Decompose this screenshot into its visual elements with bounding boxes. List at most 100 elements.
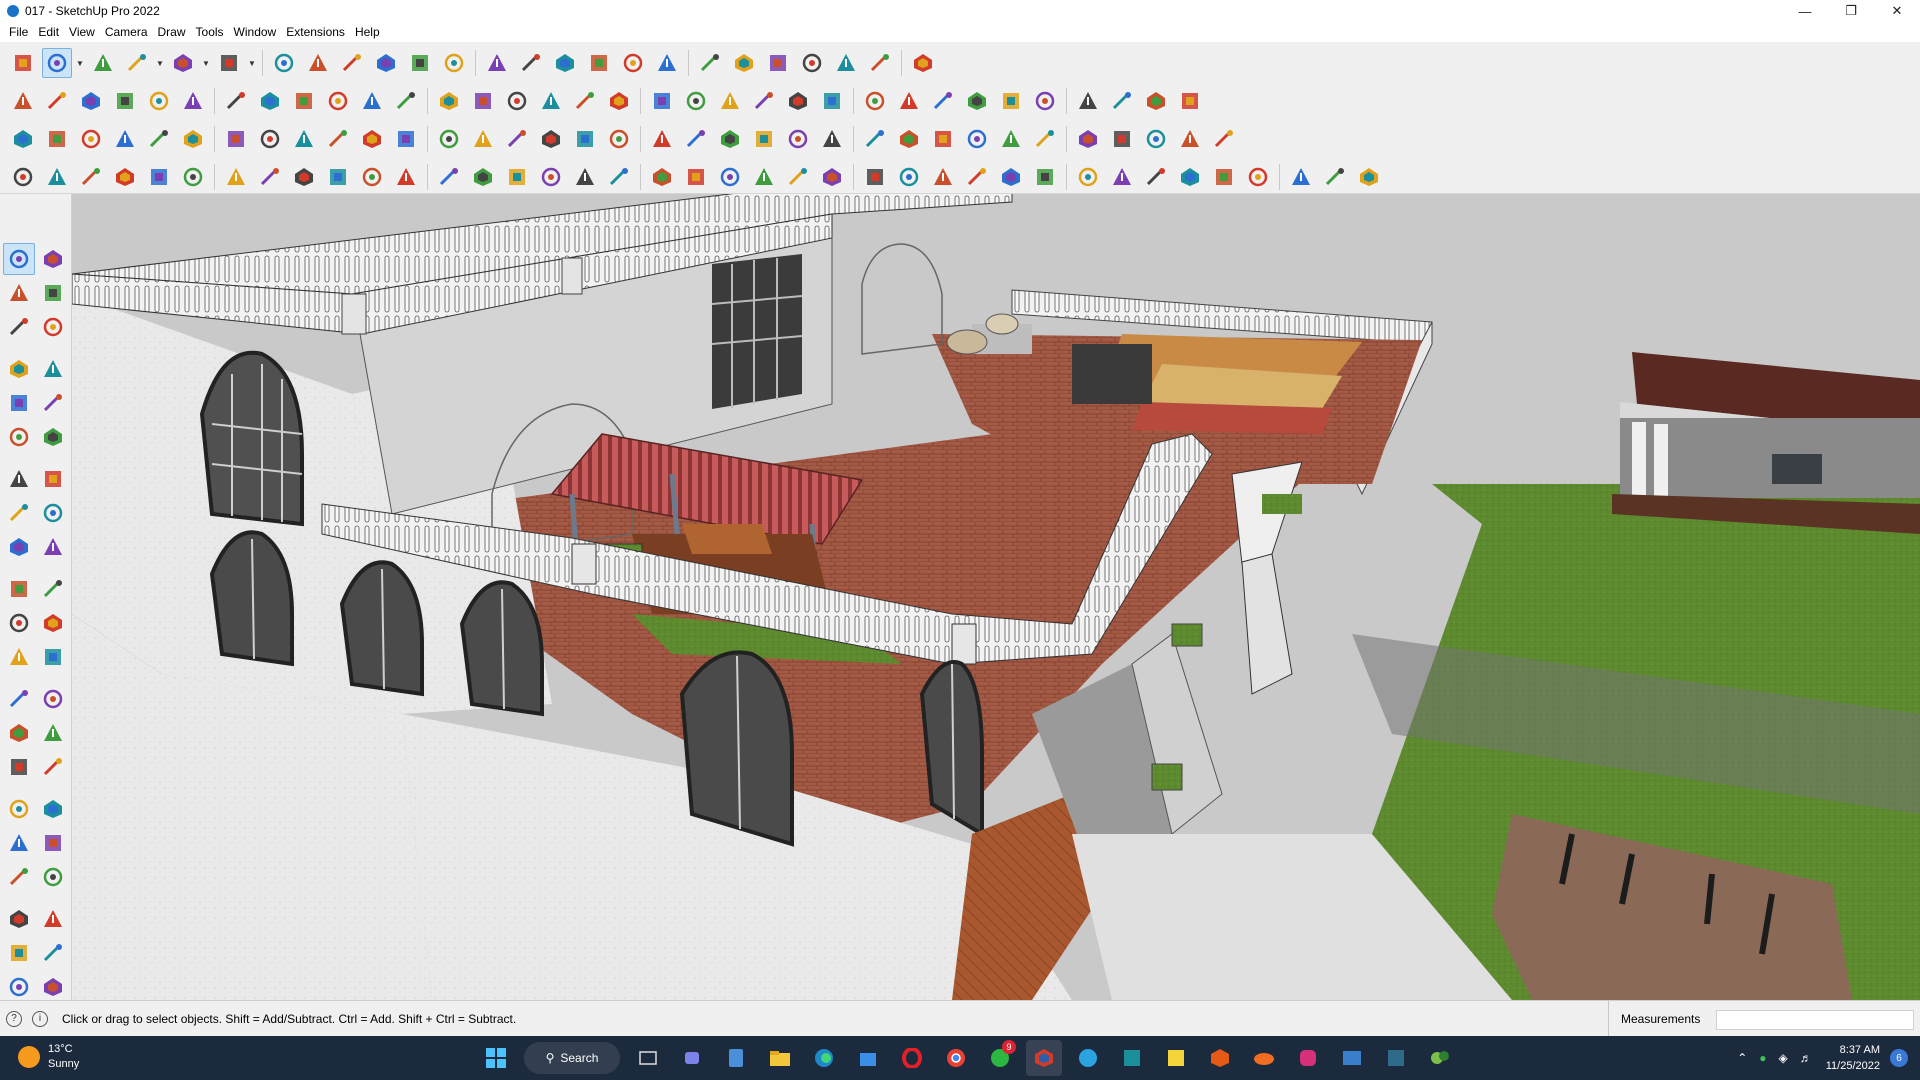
line-button[interactable] bbox=[122, 48, 152, 78]
orbit-2-tool-button[interactable] bbox=[3, 751, 35, 783]
tile-3-button[interactable] bbox=[1243, 162, 1273, 192]
menu-draw[interactable]: Draw bbox=[153, 22, 191, 42]
back-edges-button[interactable] bbox=[255, 86, 285, 116]
line-dropdown-caret[interactable]: ▼ bbox=[154, 48, 166, 78]
info-icon[interactable]: i bbox=[32, 1010, 48, 1027]
gear-button[interactable] bbox=[962, 162, 992, 192]
layout-button[interactable] bbox=[908, 48, 938, 78]
freehand-button[interactable] bbox=[357, 124, 387, 154]
export-button[interactable] bbox=[1175, 86, 1205, 116]
uv-button[interactable] bbox=[1073, 124, 1103, 154]
arc-tool-button[interactable] bbox=[3, 463, 35, 495]
shadow-button[interactable] bbox=[1209, 124, 1239, 154]
photos-icon[interactable] bbox=[1334, 1040, 1370, 1076]
rectangle-tool-button[interactable] bbox=[3, 387, 35, 419]
protractor-tool-button[interactable] bbox=[3, 683, 35, 715]
drape-button[interactable] bbox=[715, 86, 745, 116]
teams-icon[interactable] bbox=[674, 1040, 710, 1076]
pie-button[interactable] bbox=[255, 124, 285, 154]
solid-split-button[interactable] bbox=[996, 86, 1026, 116]
layers-button[interactable] bbox=[763, 48, 793, 78]
solid-union-button[interactable] bbox=[894, 86, 924, 116]
plane-blue-2-button[interactable] bbox=[42, 162, 72, 192]
store-icon[interactable] bbox=[850, 1040, 886, 1076]
arc-dropdown-caret[interactable]: ▼ bbox=[200, 48, 212, 78]
rotate-2-button[interactable] bbox=[76, 124, 106, 154]
nodes-button[interactable] bbox=[1286, 162, 1316, 192]
edge-icon[interactable] bbox=[806, 1040, 842, 1076]
offset-tool-button[interactable] bbox=[37, 607, 69, 639]
push-pull-button[interactable] bbox=[269, 48, 299, 78]
circle-button[interactable] bbox=[289, 124, 319, 154]
fillet-button[interactable] bbox=[468, 124, 498, 154]
maximize-button[interactable]: ❐ bbox=[1828, 0, 1874, 22]
flag-button[interactable] bbox=[323, 162, 353, 192]
rotated-rect-tool-button[interactable] bbox=[37, 387, 69, 419]
rotate-tool-button[interactable] bbox=[3, 573, 35, 605]
geo-location-icon[interactable]: ? bbox=[6, 1010, 22, 1027]
defender-icon[interactable]: ● bbox=[1759, 1051, 1766, 1065]
outliner-button[interactable] bbox=[797, 48, 827, 78]
left-view-button[interactable] bbox=[178, 86, 208, 116]
cross-red-button[interactable] bbox=[502, 162, 532, 192]
zoom-window-tool-button[interactable] bbox=[37, 793, 69, 825]
chain-button[interactable] bbox=[391, 162, 421, 192]
zoom-window-button[interactable] bbox=[652, 48, 682, 78]
zoom-tool-button[interactable] bbox=[3, 793, 35, 825]
spline-button[interactable] bbox=[434, 124, 464, 154]
rotate-button[interactable] bbox=[371, 48, 401, 78]
warning-button[interactable] bbox=[681, 162, 711, 192]
paint-button[interactable] bbox=[1030, 124, 1060, 154]
zoom-extents-tool-button[interactable] bbox=[3, 827, 35, 859]
paint-bucket-button[interactable] bbox=[516, 48, 546, 78]
section-cut-button[interactable] bbox=[536, 86, 566, 116]
grid-button[interactable] bbox=[1107, 162, 1137, 192]
curve-button[interactable] bbox=[468, 162, 498, 192]
dots-button[interactable] bbox=[1320, 162, 1350, 192]
tape-tool-button[interactable] bbox=[3, 641, 35, 673]
camera-button[interactable] bbox=[1141, 124, 1171, 154]
plane-blue-button[interactable] bbox=[8, 162, 38, 192]
instagram-icon[interactable] bbox=[1290, 1040, 1326, 1076]
styles-2-tool-button[interactable] bbox=[37, 971, 69, 1003]
cone-2-button[interactable] bbox=[647, 162, 677, 192]
3d-viewport[interactable] bbox=[72, 194, 1920, 1000]
select-dropdown-caret[interactable]: ▼ bbox=[74, 48, 86, 78]
tile-2-button[interactable] bbox=[1209, 162, 1239, 192]
plane-red-button[interactable] bbox=[144, 162, 174, 192]
rectangle-button[interactable] bbox=[214, 48, 244, 78]
gear-2-button[interactable] bbox=[996, 162, 1026, 192]
zoom-extents-button[interactable] bbox=[8, 48, 38, 78]
text-tool-button[interactable] bbox=[37, 641, 69, 673]
textured-button[interactable] bbox=[391, 86, 421, 116]
gem-button[interactable] bbox=[1073, 162, 1103, 192]
select-2-button[interactable] bbox=[8, 124, 38, 154]
walk-tool-button[interactable] bbox=[3, 861, 35, 893]
chrome-icon[interactable] bbox=[938, 1040, 974, 1076]
dimension-button[interactable] bbox=[1030, 86, 1060, 116]
cone-button[interactable] bbox=[604, 162, 634, 192]
scale-2-button[interactable] bbox=[110, 124, 140, 154]
move-2-button[interactable] bbox=[42, 124, 72, 154]
menu-extensions[interactable]: Extensions bbox=[281, 22, 350, 42]
divide-button[interactable] bbox=[749, 124, 779, 154]
polygon-button[interactable] bbox=[323, 124, 353, 154]
stamp-button[interactable] bbox=[681, 86, 711, 116]
components-button[interactable] bbox=[695, 48, 725, 78]
shaded-button[interactable] bbox=[357, 86, 387, 116]
hook-button[interactable] bbox=[434, 162, 464, 192]
file-explorer-icon[interactable] bbox=[762, 1040, 798, 1076]
move-button[interactable] bbox=[337, 48, 367, 78]
solid-trim-button[interactable] bbox=[962, 86, 992, 116]
sun-button[interactable] bbox=[1175, 124, 1205, 154]
chevron-up-icon[interactable]: ⌃ bbox=[1737, 1051, 1747, 1065]
menu-view[interactable]: View bbox=[64, 22, 100, 42]
orbit-tool-button[interactable] bbox=[37, 243, 69, 275]
move-point-button[interactable] bbox=[817, 162, 847, 192]
offset-button[interactable] bbox=[144, 124, 174, 154]
section-plane-button[interactable] bbox=[468, 86, 498, 116]
calculator-icon[interactable] bbox=[718, 1040, 754, 1076]
extend-button[interactable] bbox=[536, 124, 566, 154]
extension-icon[interactable] bbox=[1422, 1040, 1458, 1076]
frame-button[interactable] bbox=[1141, 162, 1171, 192]
